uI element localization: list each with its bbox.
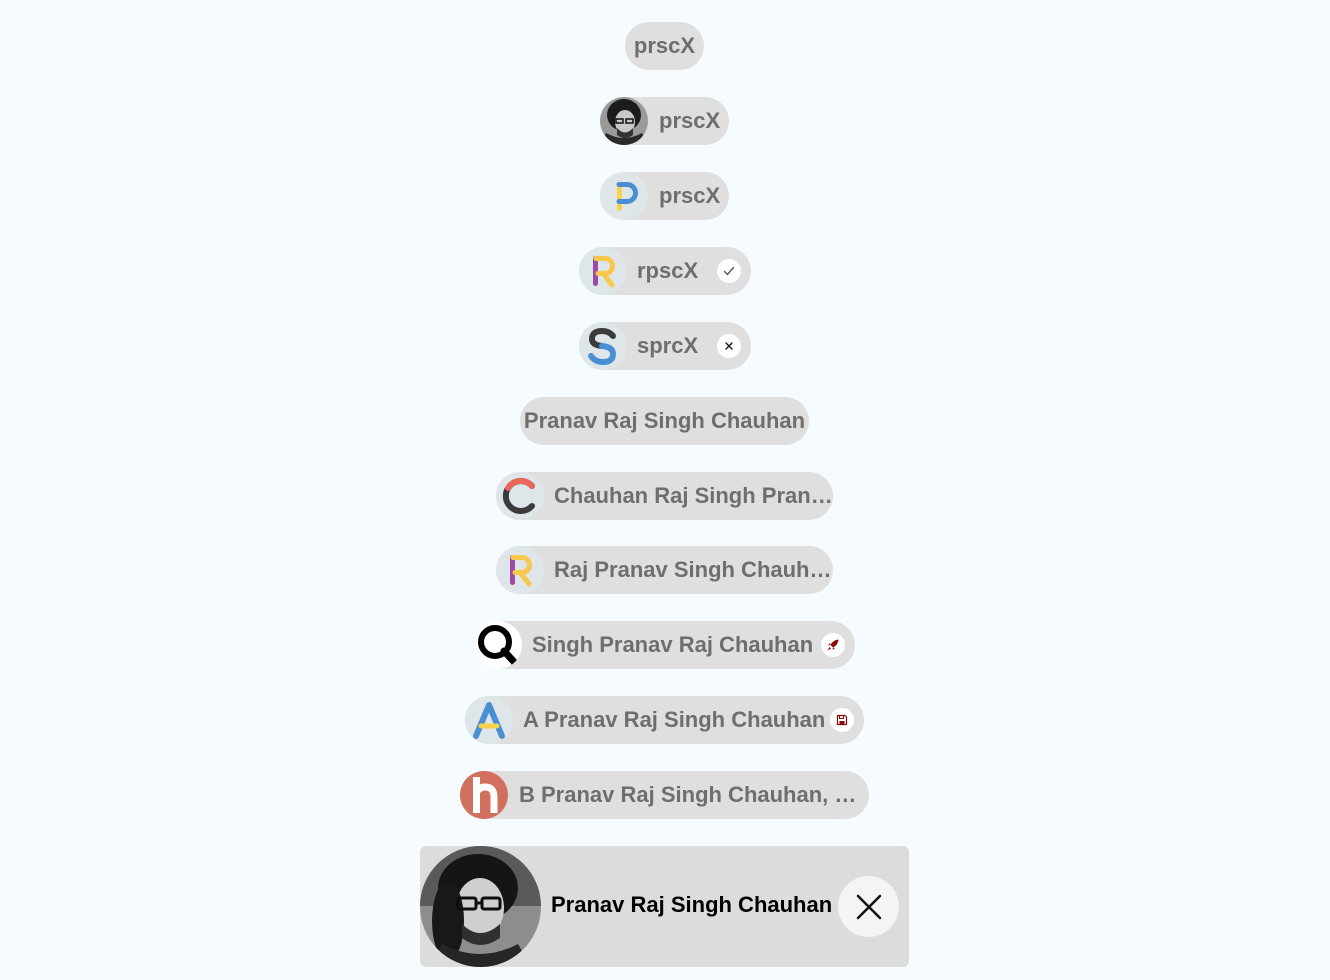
letter-a-logo-icon (465, 696, 513, 744)
chip-label: Pranav Raj Singh Chauhan (551, 892, 833, 917)
letter-c-logo-icon (496, 472, 544, 520)
chip-sprcx[interactable]: sprcX (579, 322, 751, 370)
letter-r-logo-icon (579, 247, 627, 295)
letter-r-logo-icon (496, 546, 544, 594)
close-icon[interactable] (717, 334, 741, 358)
portrait-photo-avatar (420, 846, 541, 967)
checkmark-icon[interactable] (717, 259, 741, 283)
chip-label: Chauhan Raj Singh Pranav (554, 483, 833, 508)
chip-raj[interactable]: Raj Pranav Singh Chauhan (496, 546, 833, 594)
letter-b-logo-icon (460, 771, 508, 819)
close-icon[interactable] (838, 876, 899, 937)
chip-label: Raj Pranav Singh Chauhan (554, 557, 833, 582)
chip-prscx-p[interactable]: prscX (600, 172, 729, 220)
chip-large-pranav[interactable]: Pranav Raj Singh Chauhan (420, 846, 909, 967)
chip-label: A Pranav Raj Singh Chauhan (523, 707, 826, 732)
chip-label: Pranav Raj Singh Chauhan (523, 408, 806, 433)
chip-b-pranav[interactable]: B Pranav Raj Singh Chauhan, Pr... (460, 771, 869, 819)
chip-label: rpscX (637, 258, 699, 283)
chip-a-pranav[interactable]: A Pranav Raj Singh Chauhan (465, 696, 864, 744)
letter-q-logo-icon (474, 621, 522, 669)
chip-prscx-photo[interactable]: prscX (600, 97, 729, 145)
chip-label: Singh Pranav Raj Chauhan (532, 632, 814, 657)
rocket-icon[interactable] (821, 633, 845, 657)
chip-full-name-plain[interactable]: Pranav Raj Singh Chauhan (520, 397, 809, 445)
chip-label: prscX (659, 108, 721, 133)
chip-prscx-plain[interactable]: prscX (625, 22, 704, 70)
portrait-photo-avatar (600, 97, 648, 145)
chip-label: prscX (659, 183, 721, 208)
chip-label: B Pranav Raj Singh Chauhan, Pr... (519, 782, 859, 807)
save-icon[interactable] (830, 708, 854, 732)
chip-singh[interactable]: Singh Pranav Raj Chauhan (474, 621, 855, 669)
chip-chauhan[interactable]: Chauhan Raj Singh Pranav (496, 472, 833, 520)
chip-label: prscX (633, 33, 696, 58)
letter-s-logo-icon (579, 322, 627, 370)
chip-rpscx[interactable]: rpscX (579, 247, 751, 295)
letter-p-logo-icon (600, 172, 648, 220)
chip-label: sprcX (637, 333, 699, 358)
